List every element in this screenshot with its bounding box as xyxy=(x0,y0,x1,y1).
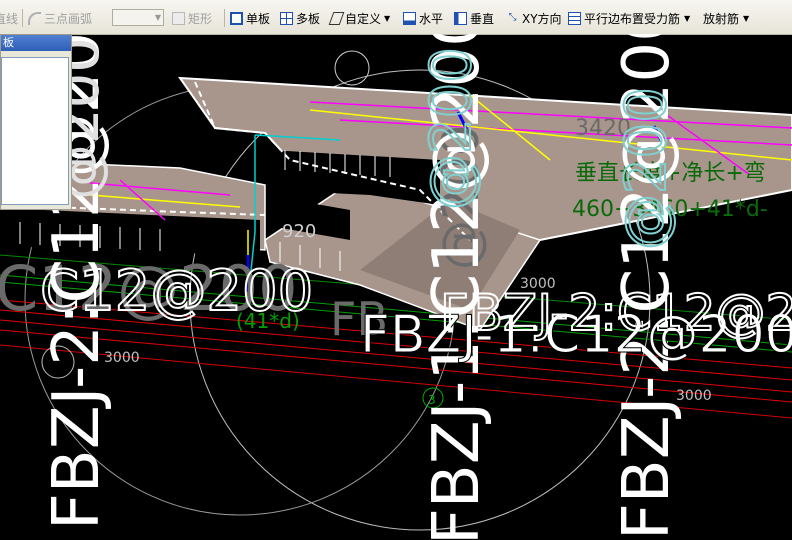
custom-shape-icon xyxy=(328,11,345,25)
toolbar-separator xyxy=(22,9,23,27)
fbzj-2-horizontal-label: FBZJ-2:C12@200 xyxy=(440,284,792,342)
single-board-icon xyxy=(230,11,243,25)
vertical-button[interactable]: 垂直 xyxy=(454,8,494,28)
horizontal-icon xyxy=(403,11,416,25)
c12-outline-label: C12@200 xyxy=(40,259,313,324)
side-panel-list[interactable] xyxy=(1,57,69,205)
parallel-edge-button[interactable]: 平行边布置受力筋 ▼ xyxy=(568,8,690,28)
straight-line-tool[interactable]: 直线 xyxy=(0,8,18,28)
horizontal-button[interactable]: 水平 xyxy=(403,8,443,28)
dim-920-label: 920 xyxy=(282,221,316,242)
arc-three-point-tool[interactable]: 三点画弧 xyxy=(28,8,92,28)
straight-line-label: 直线 xyxy=(0,11,19,26)
chevron-down-icon: ▼ xyxy=(684,13,691,23)
vertical-icon xyxy=(454,11,467,25)
single-board-label: 单板 xyxy=(246,11,271,26)
multi-board-button[interactable]: 多板 xyxy=(280,8,320,28)
radial-button[interactable]: 放射筋 ▼ xyxy=(703,8,749,28)
rect-tool[interactable]: 矩形 xyxy=(172,8,212,28)
side-panel[interactable]: 板 xyxy=(0,34,72,210)
vertical-label: 垂直 xyxy=(470,11,495,26)
chevron-down-icon: ▼ xyxy=(384,13,391,23)
xy-direction-icon: ⤡ xyxy=(508,11,517,23)
rect-icon xyxy=(172,11,185,25)
at-200-outline-label: @200 xyxy=(614,87,679,250)
chevron-down-icon: ▼ xyxy=(743,13,750,23)
custom-label: 自定义 xyxy=(345,11,382,26)
arc-mode-select[interactable]: ▼ xyxy=(112,9,164,26)
toolbar: 直线 三点画弧 ▼ 矩形 单板 多板 自定义 ▼ 水平 垂直 ⤡ XY方向 平行… xyxy=(0,0,792,35)
parallel-edge-icon xyxy=(568,11,581,25)
radial-label: 放射筋 xyxy=(703,11,740,26)
single-board-button[interactable]: 单板 xyxy=(230,8,270,28)
xy-direction-label: XY方向 xyxy=(522,11,562,26)
toolbar-separator xyxy=(224,9,225,27)
cad-drawing-canvas[interactable]: 3 C12@200 3420 920 FB @200 (41*d) 垂直长度+净… xyxy=(0,34,792,540)
xy-direction-button[interactable]: ⤡ XY方向 xyxy=(506,8,562,28)
drawing-scene: 3 C12@200 3420 920 FB @200 (41*d) 垂直长度+净… xyxy=(0,34,792,540)
at-200-outline-label: @200 xyxy=(419,47,484,210)
side-panel-title: 板 xyxy=(1,35,71,51)
horizontal-label: 水平 xyxy=(419,11,444,26)
rect-label: 矩形 xyxy=(188,11,213,26)
arc-icon xyxy=(28,11,41,25)
custom-button[interactable]: 自定义 ▼ xyxy=(328,8,391,28)
arc-three-point-label: 三点画弧 xyxy=(44,11,93,26)
parallel-edge-label: 平行边布置受力筋 xyxy=(584,11,681,26)
multi-board-icon xyxy=(280,11,293,25)
chevron-down-icon: ▼ xyxy=(154,13,161,22)
multi-board-label: 多板 xyxy=(296,11,321,26)
